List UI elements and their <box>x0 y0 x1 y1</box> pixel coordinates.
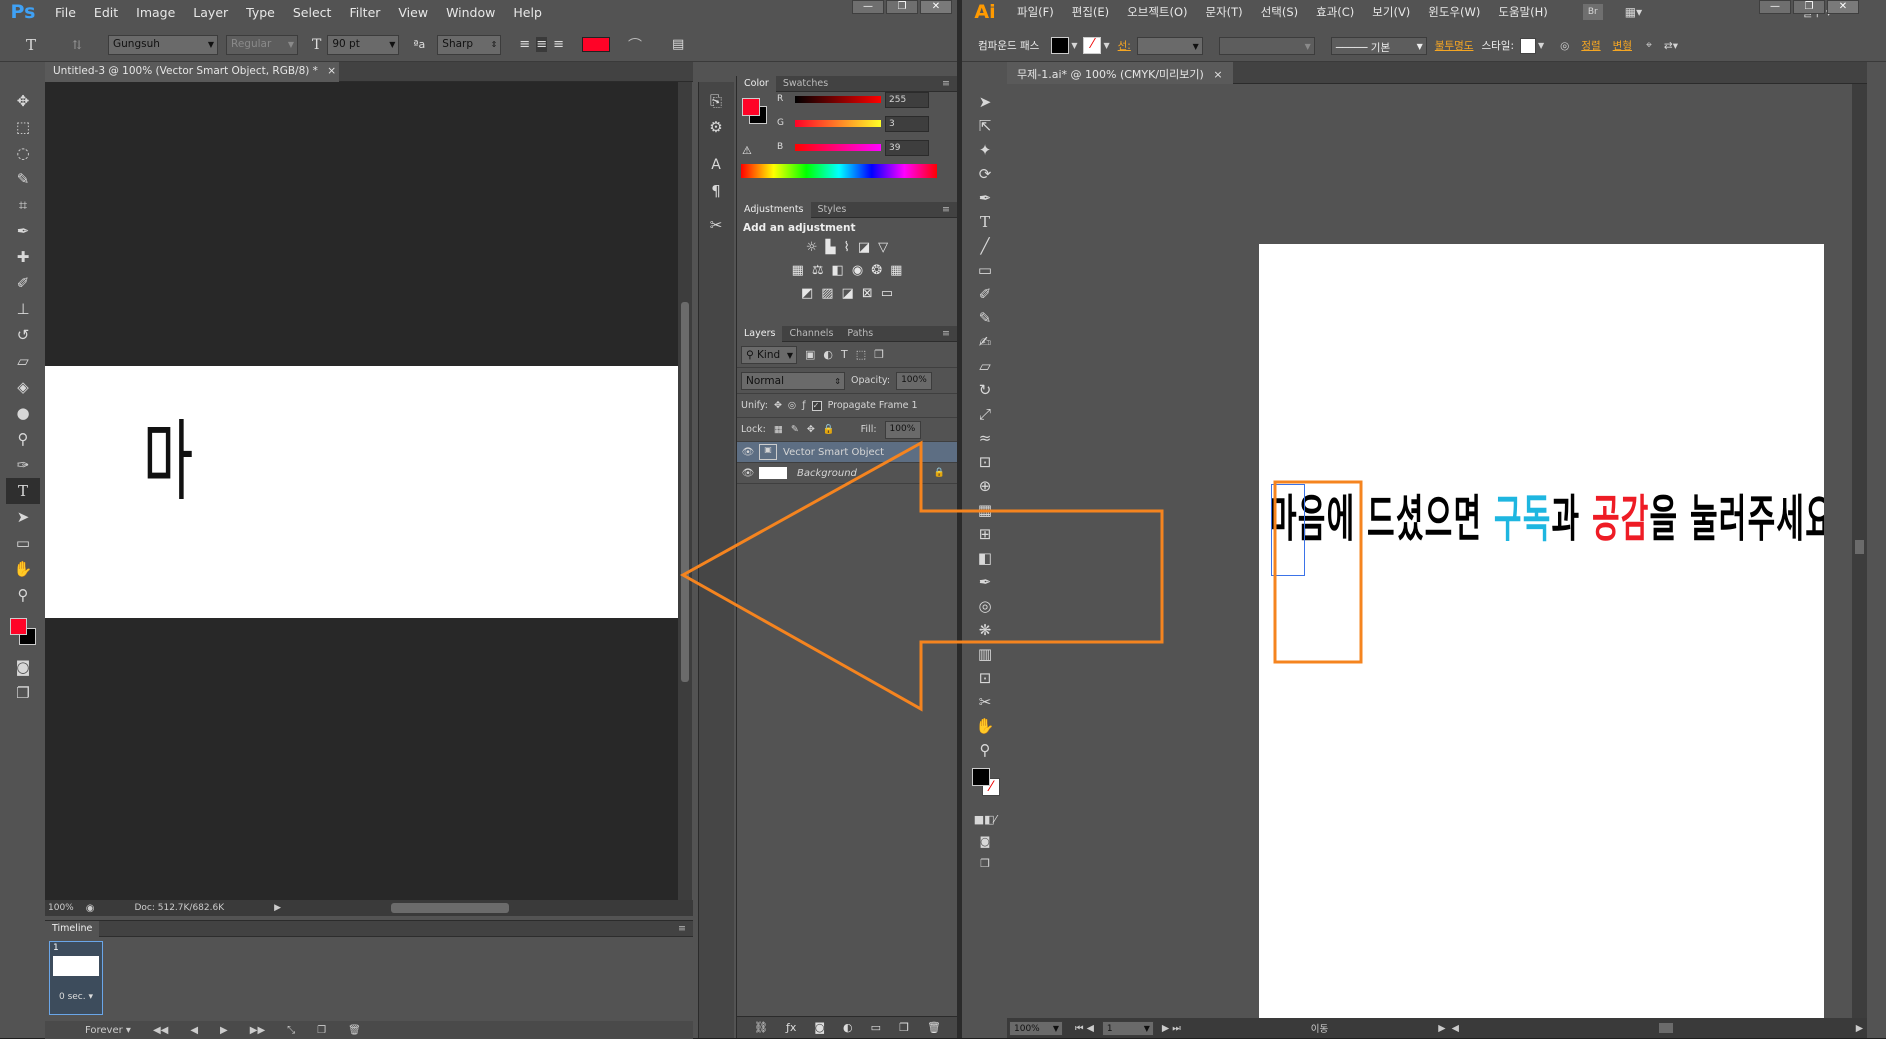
annotation-overlay <box>679 440 1363 712</box>
orange-highlight-box <box>1273 480 1363 664</box>
orange-arrow-annotation <box>679 440 1164 712</box>
